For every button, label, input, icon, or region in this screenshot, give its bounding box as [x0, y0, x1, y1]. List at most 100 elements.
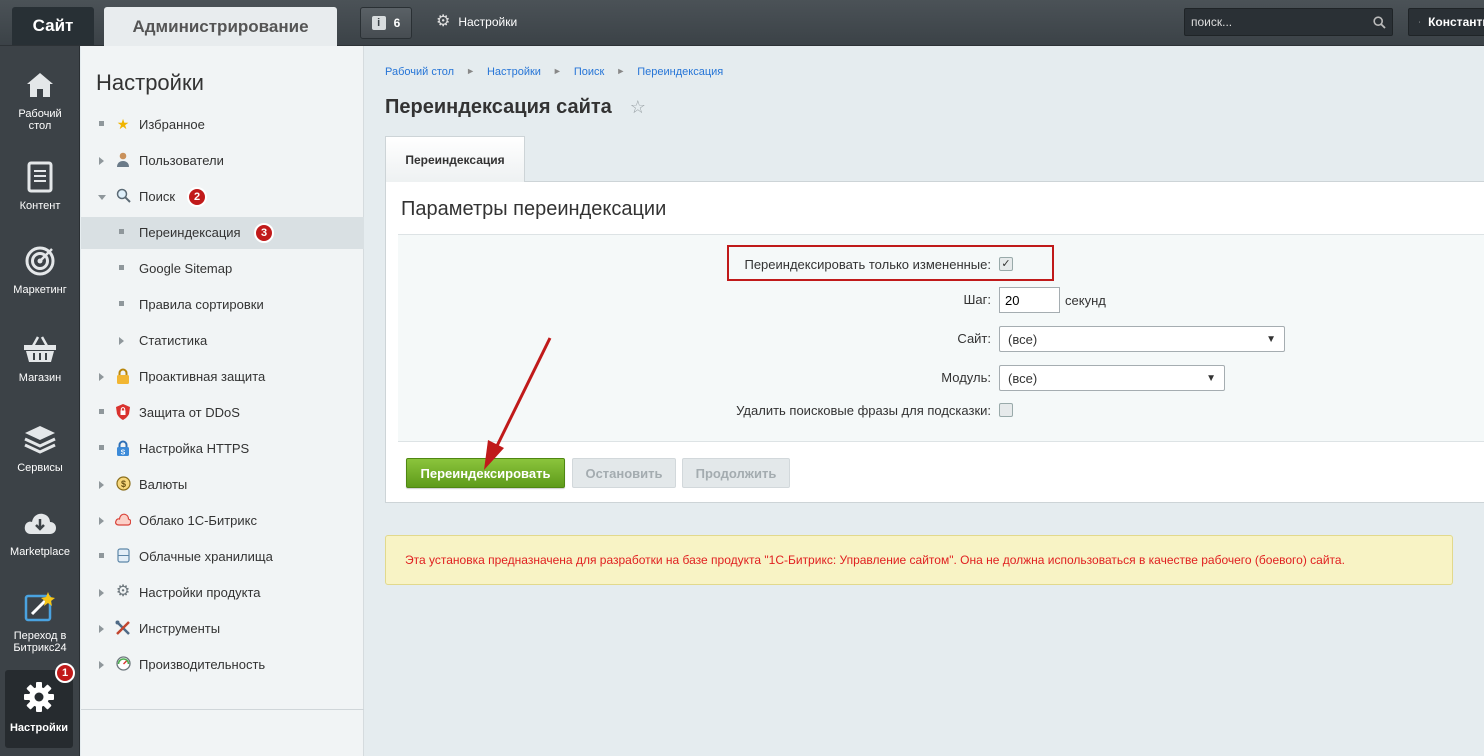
bullet-icon — [99, 445, 104, 450]
module-select-value: (все) — [1008, 370, 1038, 386]
search-box — [1184, 8, 1393, 36]
tab-site[interactable]: Сайт — [12, 7, 94, 45]
sidebar-item-statistics[interactable]: Статистика — [81, 325, 364, 357]
sidebar-item-performance[interactable]: Производительность — [81, 649, 364, 681]
tab-reindex[interactable]: Переиндексация — [385, 136, 525, 182]
step-badge: 3 — [254, 223, 274, 243]
cloud-icon — [115, 512, 132, 528]
delete-phrases-checkbox[interactable] — [999, 403, 1013, 417]
sidebar-item-favorites[interactable]: ★ Избранное — [81, 109, 364, 141]
collapse-arrow-icon[interactable] — [98, 195, 106, 200]
expand-arrow-icon[interactable] — [99, 157, 104, 165]
nav-services-label: Сервисы — [17, 462, 63, 474]
sidebar-item-label: Настройка HTTPS — [139, 441, 250, 456]
gear-small-icon: ⚙ — [115, 583, 131, 600]
notifications-count: 6 — [393, 16, 401, 30]
favorite-star-icon[interactable]: ☆ — [630, 97, 646, 118]
expand-arrow-icon[interactable] — [119, 337, 124, 345]
only-changed-label: Переиндексировать только измененные: — [744, 257, 991, 272]
sidebar-item-bitrix-cloud[interactable]: Облако 1С-Битрикс — [81, 505, 364, 537]
tab-administration[interactable]: Администрирование — [104, 7, 337, 46]
search-icon[interactable] — [1373, 15, 1386, 29]
sidebar-divider — [81, 709, 364, 710]
sidebar-item-sort-rules[interactable]: Правила сортировки — [81, 289, 364, 321]
expand-arrow-icon[interactable] — [99, 661, 104, 669]
nav-bitrix24[interactable]: Переход в Битрикс24 — [0, 590, 80, 654]
nav-marketplace[interactable]: Marketplace — [0, 506, 80, 558]
sidebar-item-users[interactable]: Пользователи — [81, 145, 364, 177]
breadcrumb-settings[interactable]: Настройки — [487, 66, 541, 78]
step-input[interactable] — [999, 287, 1060, 313]
reindex-button[interactable]: Переиндексировать — [406, 458, 565, 488]
expand-arrow-icon[interactable] — [99, 625, 104, 633]
sidebar-item-label: Производительность — [139, 657, 266, 672]
expand-arrow-icon[interactable] — [99, 589, 104, 597]
nav-marketing[interactable]: Маркетинг — [0, 244, 80, 296]
info-icon: i — [371, 16, 386, 30]
sidebar-item-label: Облачные хранилища — [139, 549, 273, 564]
continue-button[interactable]: Продолжить — [682, 458, 790, 488]
sidebar-item-currencies[interactable]: $ Валюты — [81, 469, 364, 501]
bullet-icon — [119, 301, 124, 306]
top-settings-link[interactable]: ⚙ Настройки — [436, 14, 517, 30]
expand-arrow-icon[interactable] — [99, 373, 104, 381]
sidebar-item-proactive[interactable]: Проактивная защита — [81, 361, 364, 393]
site-select[interactable]: (все) ▼ — [999, 326, 1285, 352]
user-icon — [1419, 21, 1421, 23]
panel-title: Параметры переиндексации — [401, 198, 667, 220]
breadcrumb-separator-icon: ► — [616, 66, 626, 76]
bullet-icon — [99, 553, 104, 558]
chevron-down-icon: ▼ — [1206, 372, 1216, 384]
sidebar-item-label: Инструменты — [139, 621, 221, 636]
reindex-form: Переиндексировать только измененные: ✓ Ш… — [398, 234, 1484, 442]
target-icon — [23, 244, 57, 278]
sidebar-item-reindex[interactable]: Переиндексация 3 — [81, 217, 364, 249]
sidebar-item-label: Поиск — [139, 189, 176, 204]
nav-content[interactable]: Контент — [0, 160, 80, 212]
site-label: Сайт: — [957, 331, 991, 346]
layers-icon — [23, 422, 57, 456]
sidebar-item-google-sitemap[interactable]: Google Sitemap — [81, 253, 364, 285]
only-changed-checkbox[interactable]: ✓ — [999, 257, 1013, 271]
top-bar: Сайт Администрирование i 6 ⚙ Настройки К… — [0, 0, 1484, 46]
sidebar-item-label: Пользователи — [139, 153, 224, 168]
left-nav: Рабочий стол Контент Маркетинг Магазин С… — [0, 46, 80, 756]
sidebar-item-label: Валюты — [139, 477, 188, 492]
module-select[interactable]: (все) ▼ — [999, 365, 1225, 391]
user-menu[interactable]: Константин — [1408, 8, 1484, 36]
bullet-icon — [99, 409, 104, 414]
bullet-icon — [119, 265, 124, 270]
sidebar-item-search[interactable]: Поиск 2 — [81, 181, 364, 213]
sidebar-item-product-settings[interactable]: ⚙ Настройки продукта — [81, 577, 364, 609]
page-title: Переиндексация сайта — [385, 96, 612, 118]
page-title-row: Переиндексация сайта ☆ — [385, 96, 646, 119]
main-content: Рабочий стол ► Настройки ► Поиск ► Переинде… — [365, 46, 1484, 756]
sidebar-item-label: Настройки продукта — [139, 585, 261, 600]
sidebar-item-cloud-storage[interactable]: Облачные хранилища — [81, 541, 364, 573]
nav-bitrix24-label: Переход в Битрикс24 — [13, 630, 67, 654]
gear-icon: ⚙ — [436, 13, 451, 30]
sidebar-item-tools[interactable]: Инструменты — [81, 613, 364, 645]
dev-warning-alert: Эта установка предназначена для разработ… — [385, 535, 1453, 585]
expand-arrow-icon[interactable] — [99, 517, 104, 525]
nav-desktop[interactable]: Рабочий стол — [0, 68, 80, 132]
search-input[interactable] — [1191, 15, 1351, 29]
breadcrumb-desktop[interactable]: Рабочий стол — [385, 66, 454, 78]
nav-shop[interactable]: Магазин — [0, 332, 80, 384]
magnifier-icon — [115, 188, 131, 204]
sidebar-item-https[interactable]: S Настройка HTTPS — [81, 433, 364, 465]
step-badge: 2 — [187, 187, 207, 207]
sidebar-item-ddos[interactable]: Защита от DDoS — [81, 397, 364, 429]
breadcrumb-search[interactable]: Поиск — [574, 66, 604, 78]
top-settings-label: Настройки — [458, 15, 518, 29]
stop-button[interactable]: Остановить — [572, 458, 676, 488]
expand-arrow-icon[interactable] — [99, 481, 104, 489]
sidebar-item-label: Защита от DDoS — [139, 405, 240, 420]
chevron-down-icon: ▼ — [1266, 333, 1276, 345]
breadcrumb-reindex[interactable]: Переиндексация — [637, 66, 723, 78]
document-icon — [23, 160, 57, 194]
nav-services[interactable]: Сервисы — [0, 422, 80, 474]
nav-desktop-label: Рабочий стол — [18, 108, 62, 132]
bullet-icon — [119, 229, 124, 234]
notifications-button[interactable]: i 6 — [360, 7, 412, 39]
